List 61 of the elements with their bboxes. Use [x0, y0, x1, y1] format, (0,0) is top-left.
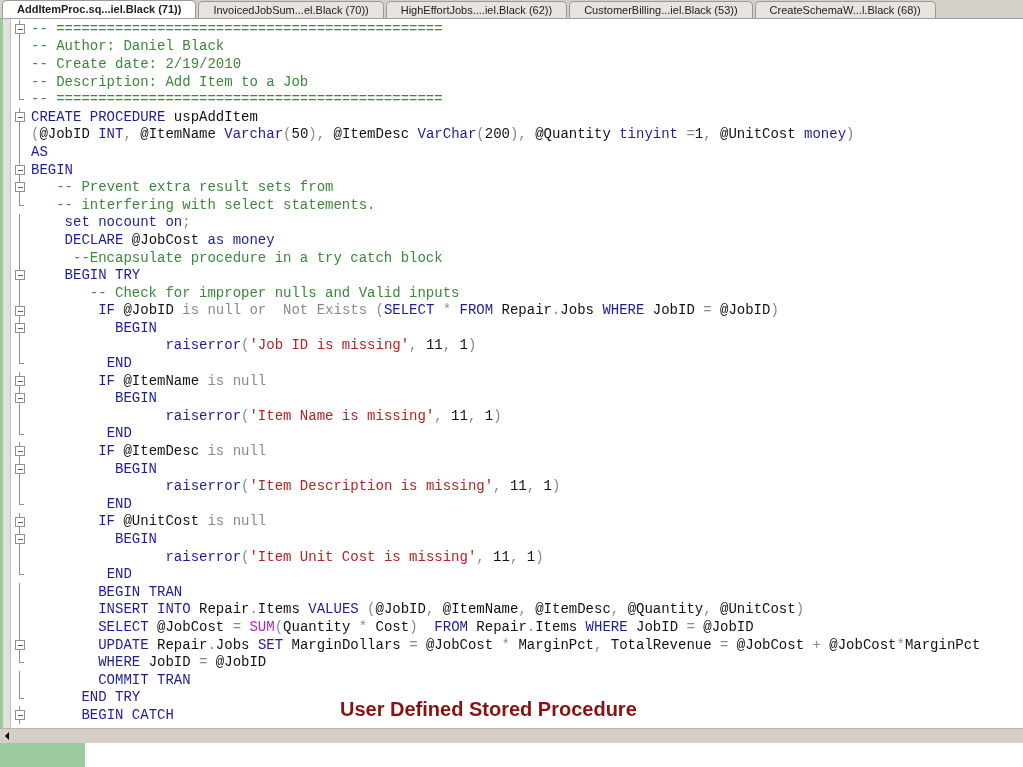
- collapse-icon[interactable]: [15, 323, 25, 334]
- collapse-icon[interactable]: [15, 164, 25, 175]
- code-line: BEGIN TRY: [64, 267, 141, 284]
- code-line: SELECT @JobCost = SUM(Quantity * Cost) FROM Repair.Items WHERE JobID = @JobID: [98, 619, 754, 635]
- collapse-icon[interactable]: [15, 446, 25, 457]
- code-line: -- ==============================================: [31, 91, 443, 108]
- code-line: IF @ItemName is null: [98, 372, 267, 389]
- code-line: BEGIN: [115, 531, 158, 547]
- code-line: -- interfering with select statements.: [56, 196, 376, 213]
- code-line: -- Prevent extra result sets from: [56, 179, 334, 196]
- code-line: UPDATE Repair.Jobs SET MarginDollars = @JobCost * MarginPct, TotalRevenue = @JobCost + @JobCost*MarginPct: [98, 636, 981, 653]
- code-line: raiserror('Item Description is missing', 11, 1): [165, 478, 561, 495]
- file-tab[interactable]: HighEffortJobs....iel.Black (62)): [385, 1, 568, 18]
- code-line: END TRY: [81, 689, 141, 706]
- code-line: END: [106, 566, 132, 583]
- code-line: WHERE JobID = @JobID: [98, 654, 267, 671]
- code-line: CREATE PROCEDURE uspAddItem: [31, 108, 258, 125]
- code-line: COMMIT TRAN: [98, 671, 191, 688]
- code-line: DECLARE @JobCost as money: [64, 231, 275, 248]
- collapse-icon[interactable]: [15, 639, 25, 650]
- code-line: set nocount on;: [64, 214, 191, 231]
- code-line: INSERT INTO Repair.Items VALUES (@JobID, @ItemName, @ItemDesc, @Quantity, @UnitCost): [98, 601, 805, 618]
- code-line: -- Author: Daniel Black: [31, 38, 225, 55]
- file-tab[interactable]: AddItemProc.sq...iel.Black (71)): [2, 0, 197, 18]
- collapse-icon[interactable]: [15, 24, 25, 34]
- code-line: IF @ItemDesc is null: [98, 443, 267, 460]
- code-line: BEGIN: [115, 390, 158, 407]
- code-line: END: [106, 495, 132, 512]
- collapse-icon[interactable]: [15, 463, 25, 474]
- code-line: BEGIN: [115, 460, 158, 477]
- code-line: -- Description: Add Item to a Job: [31, 73, 309, 90]
- code-line: END: [106, 355, 132, 372]
- collapse-icon[interactable]: [15, 305, 25, 316]
- code-line: AS: [31, 143, 48, 160]
- code-line: IF @UnitCost is null: [98, 513, 267, 530]
- collapse-icon[interactable]: [15, 710, 25, 721]
- code-line: END: [106, 425, 132, 442]
- slide-caption: User Defined Stored Procedure: [340, 698, 637, 721]
- code-line: raiserror('Item Unit Cost is missing', 11, 1): [165, 548, 544, 565]
- code-line: -- Create date: 2/19/2010: [31, 56, 242, 72]
- code-line: raiserror('Item Name is missing', 11, 1): [165, 407, 502, 424]
- code-line: --Encapsulate procedure in a try catch block: [73, 249, 443, 266]
- code-line: IF @JobID is null or Not Exists (SELECT * FROM Repair.Jobs WHERE JobID = @JobID): [98, 302, 779, 319]
- code-line: raiserror('Job ID is missing', 11, 1): [165, 337, 477, 354]
- code-line: (@JobID INT, @ItemName Varchar(50), @ItemDesc VarChar(200), @Quantity tinyint =1, @UnitCost money): [31, 126, 855, 143]
- code-line: -- ==============================================: [31, 20, 443, 37]
- collapse-icon[interactable]: [15, 270, 25, 281]
- code-line: BEGIN: [31, 161, 73, 178]
- code-line: BEGIN: [115, 319, 158, 336]
- code-line: BEGIN TRAN: [98, 583, 183, 600]
- collapse-icon[interactable]: [15, 375, 25, 386]
- collapse-icon[interactable]: [15, 534, 25, 545]
- code-line: BEGIN CATCH: [81, 706, 174, 723]
- collapse-icon[interactable]: [15, 182, 25, 193]
- file-tab[interactable]: InvoicedJobSum...el.Black (70)): [198, 1, 384, 18]
- file-tab[interactable]: CustomerBilling...iel.Black (53)): [569, 1, 753, 18]
- collapse-icon[interactable]: [15, 393, 25, 404]
- collapse-icon[interactable]: [15, 516, 25, 527]
- collapse-icon[interactable]: [15, 111, 25, 122]
- file-tab[interactable]: CreateSchemaW...l.Black (68)): [754, 1, 936, 18]
- code-line: -- Check for improper nulls and Valid inputs: [89, 284, 460, 301]
